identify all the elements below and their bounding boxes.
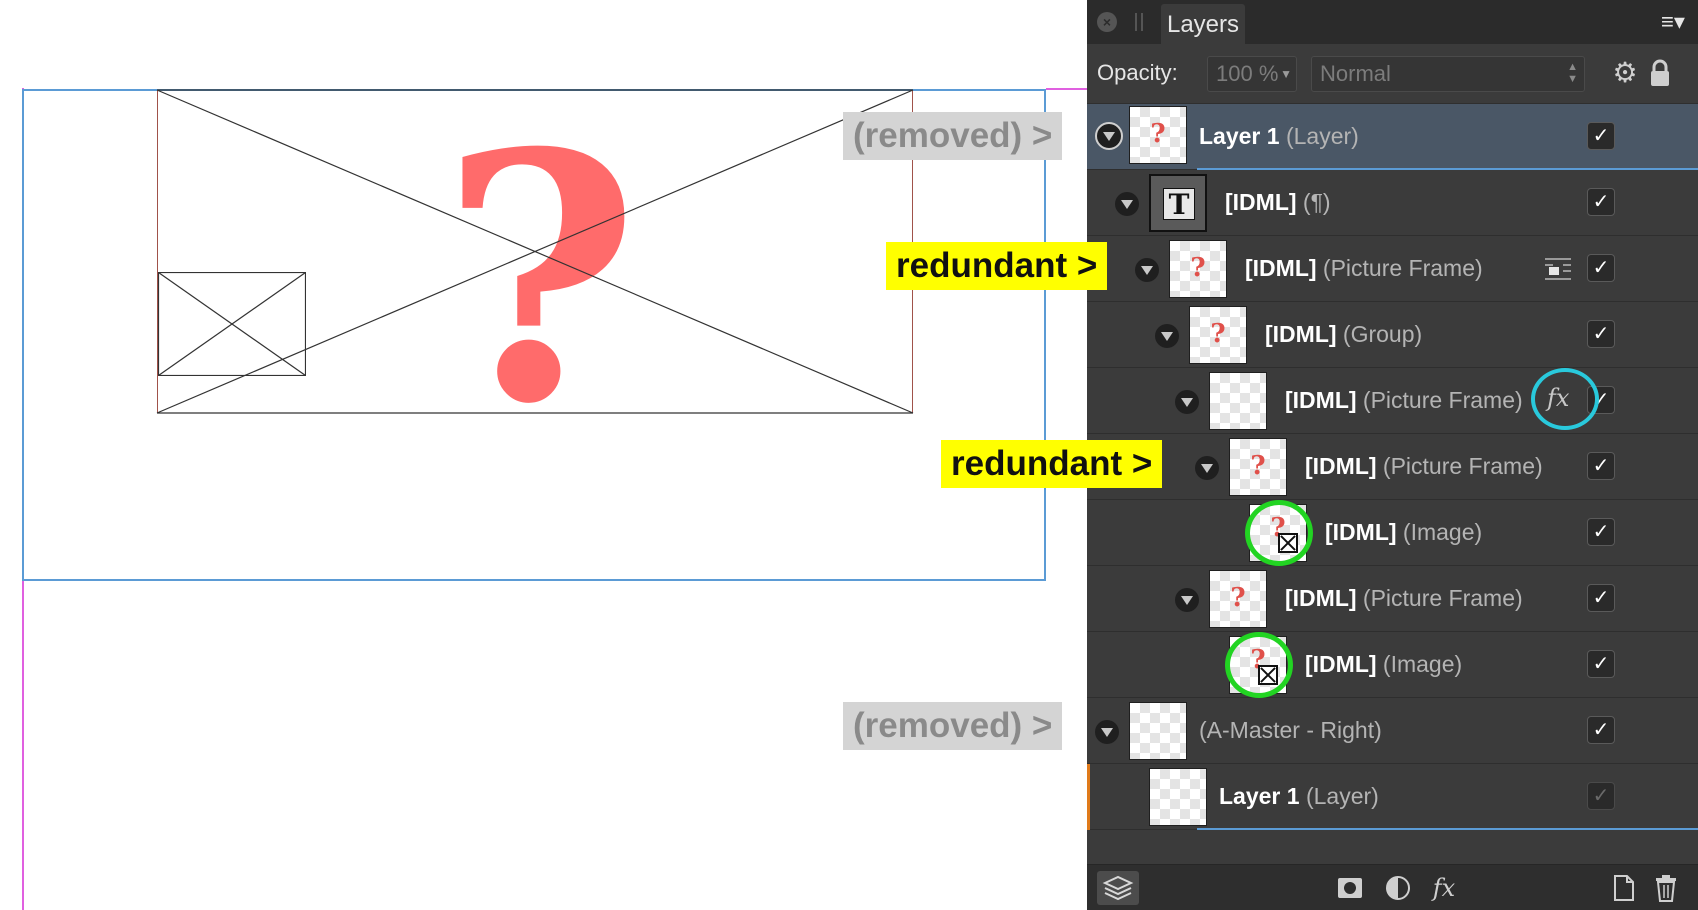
layer-row[interactable]: (A-Master - Right) ✓ [1087, 698, 1698, 764]
mask-icon[interactable] [1335, 873, 1365, 903]
fx-highlight-circle [1531, 368, 1599, 430]
chevron-down-icon[interactable]: ▼ [1280, 57, 1292, 91]
layer-name: Layer 1 (Layer) [1199, 123, 1359, 149]
image-highlight-circle [1225, 632, 1293, 698]
visibility-checkbox[interactable]: ✓ [1587, 518, 1615, 546]
layer-thumbnail [1149, 768, 1207, 826]
tab-layers[interactable]: Layers [1161, 4, 1245, 44]
layer-name: (A-Master - Right) [1199, 717, 1382, 743]
layer-name: [IDML] (Image) [1325, 519, 1483, 545]
expand-triangle-icon[interactable] [1175, 588, 1199, 612]
page-margin-guide-top [1046, 88, 1087, 90]
visibility-checkbox[interactable]: ✓ [1587, 584, 1615, 612]
visibility-checkbox[interactable]: ✓ [1587, 188, 1615, 216]
opacity-input[interactable]: 100 % ▼ [1207, 56, 1297, 92]
visibility-checkbox[interactable]: ✓ [1587, 716, 1615, 744]
opacity-toolbar: Opacity: 100 % ▼ Normal ▲ ▼ ⚙ [1087, 44, 1698, 104]
text-tool-icon: T [1163, 188, 1195, 221]
annotation-removed: (removed) > [843, 702, 1063, 750]
layers-panel: × Layers ≡▾ Opacity: 100 % ▼ Normal ▲ ▼ ⚙ [1087, 0, 1698, 910]
adjustment-icon[interactable] [1383, 873, 1413, 903]
layer-thumbnail: ? [1189, 306, 1247, 364]
layer-thumbnail: ? [1169, 240, 1227, 298]
master-indicator-bar [1087, 764, 1090, 830]
expand-triangle-icon[interactable] [1195, 456, 1219, 480]
expand-triangle-icon[interactable] [1115, 192, 1139, 216]
stepper-arrows-icon: ▲ ▼ [1567, 61, 1578, 85]
question-mark-icon: ? [1210, 319, 1226, 349]
layer-thumbnail [1209, 372, 1267, 430]
grip-icon[interactable] [1135, 13, 1143, 31]
master-page-thumbnail [1129, 702, 1187, 760]
annotation-redundant: redundant > [886, 242, 1108, 290]
opacity-label: Opacity: [1097, 60, 1178, 85]
layer-list: ? Layer 1 (Layer) ✓ T [IDML] (¶) ✓ ? [ID… [1087, 104, 1698, 830]
expand-triangle-icon[interactable] [1135, 258, 1159, 282]
expand-triangle-icon[interactable] [1175, 390, 1199, 414]
inner-image-frame[interactable] [158, 272, 306, 376]
text-frame-thumbnail: T [1149, 174, 1207, 232]
layer-row[interactable]: ? Layer 1 (Layer) ✓ [1087, 104, 1698, 170]
close-icon[interactable]: × [1097, 12, 1117, 32]
lock-icon[interactable] [1647, 58, 1673, 88]
expand-triangle-icon[interactable] [1095, 122, 1123, 150]
app-window: ? × Layers ≡▾ Opacity: 100 % ▼ Normal ▲ … [0, 0, 1698, 910]
layer-name: [IDML] (Picture Frame) [1285, 387, 1523, 413]
visibility-checkbox[interactable]: ✓ [1587, 650, 1615, 678]
gear-icon[interactable]: ⚙ [1611, 58, 1639, 88]
layer-row[interactable]: ? [IDML] (Group) ✓ [1087, 302, 1698, 368]
layer-row[interactable]: [IDML] (Picture Frame) ✓ fx [1087, 368, 1698, 434]
annotation-redundant: redundant > [941, 440, 1163, 488]
layer-row[interactable]: ? [IDML] (Image) ✓ [1087, 632, 1698, 698]
layer-row[interactable]: T [IDML] (¶) ✓ [1087, 170, 1698, 236]
text-wrap-icon[interactable] [1543, 256, 1573, 284]
layer-thumbnail: ? [1129, 106, 1187, 164]
expand-triangle-icon[interactable] [1155, 324, 1179, 348]
layer-name: [IDML] (Image) [1305, 651, 1463, 677]
layer-name: [IDML] (Group) [1265, 321, 1423, 347]
fx-icon[interactable]: fx [1427, 873, 1461, 903]
layer-row[interactable]: ? [IDML] (Image) ✓ [1087, 500, 1698, 566]
visibility-checkbox[interactable]: ✓ [1587, 320, 1615, 348]
blend-mode-value: Normal [1320, 61, 1391, 86]
question-mark-icon: ? [1250, 451, 1266, 481]
layer-thumbnail: ? [1209, 570, 1267, 628]
visibility-checkbox[interactable]: ✓ [1587, 122, 1615, 150]
layer-row[interactable]: ? [IDML] (Picture Frame) ✓ [1087, 434, 1698, 500]
annotation-removed: (removed) > [843, 112, 1063, 160]
layer-name: [IDML] (Picture Frame) [1245, 255, 1483, 281]
image-highlight-circle [1245, 500, 1313, 566]
question-mark-icon: ? [1150, 119, 1166, 149]
layer-thumbnail: ? [1229, 438, 1287, 496]
panel-menu-icon[interactable]: ≡▾ [1661, 10, 1691, 34]
question-mark-icon: ? [1190, 253, 1206, 283]
layer-name: [IDML] (¶) [1225, 189, 1331, 215]
layer-row[interactable]: Layer 1 (Layer) ✓ [1087, 764, 1698, 830]
trash-icon[interactable] [1653, 873, 1679, 903]
panel-titlebar: × Layers ≡▾ [1087, 0, 1698, 44]
layer-name: Layer 1 (Layer) [1219, 783, 1379, 809]
panel-bottom-toolbar: fx [1087, 864, 1698, 910]
layer-name: [IDML] (Picture Frame) [1305, 453, 1543, 479]
question-mark-icon: ? [1230, 583, 1246, 613]
visibility-checkbox[interactable]: ✓ [1587, 452, 1615, 480]
layer-row[interactable]: ? [IDML] (Picture Frame) ✓ [1087, 236, 1698, 302]
opacity-value: 100 % [1216, 61, 1279, 86]
layer-name: [IDML] (Picture Frame) [1285, 585, 1523, 611]
layer-row[interactable]: ? [IDML] (Picture Frame) ✓ [1087, 566, 1698, 632]
layers-stack-icon[interactable] [1097, 871, 1139, 905]
blend-mode-select[interactable]: Normal ▲ ▼ [1311, 56, 1585, 92]
new-document-icon[interactable] [1611, 873, 1637, 903]
visibility-checkbox[interactable]: ✓ [1587, 782, 1615, 810]
visibility-checkbox[interactable]: ✓ [1587, 254, 1615, 282]
expand-triangle-icon[interactable] [1095, 720, 1119, 744]
